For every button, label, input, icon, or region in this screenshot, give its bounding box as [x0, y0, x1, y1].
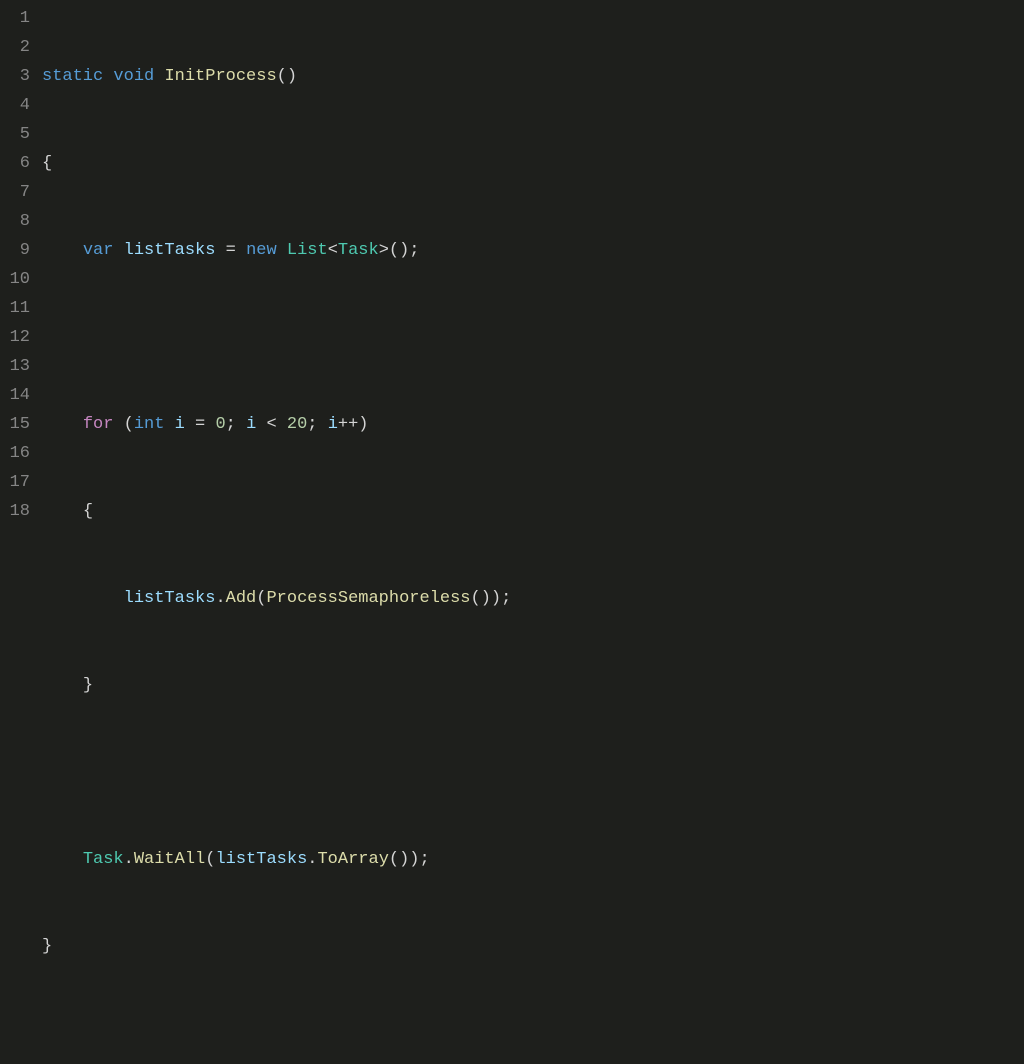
line-number-gutter: 1 2 3 4 5 6 7 8 9 10 11 12 13 14 15 16 1… — [0, 4, 42, 528]
line-number: 4 — [0, 91, 30, 120]
code-line[interactable]: } — [42, 932, 1024, 961]
code-line[interactable]: static void InitProcess() — [42, 62, 1024, 91]
type: Task — [338, 241, 379, 260]
code-line[interactable]: listTasks.Add(ProcessSemaphoreless()); — [42, 584, 1024, 613]
variable: i — [175, 415, 185, 434]
code-line[interactable]: } — [42, 671, 1024, 700]
code-line[interactable]: Task.WaitAll(listTasks.ToArray()); — [42, 845, 1024, 874]
variable: listTasks — [124, 241, 216, 260]
keyword: for — [83, 415, 114, 434]
code-line[interactable]: { — [42, 149, 1024, 178]
punctuation: . — [124, 850, 134, 869]
number: 0 — [215, 415, 225, 434]
code-line[interactable]: var listTasks = new List<Task>(); — [42, 236, 1024, 265]
line-number: 7 — [0, 178, 30, 207]
punctuation: < — [328, 241, 338, 260]
punctuation: >(); — [379, 241, 420, 260]
punctuation: ( — [124, 415, 134, 434]
code-line[interactable]: for (int i = 0; i < 20; i++) — [42, 410, 1024, 439]
line-number: 13 — [0, 352, 30, 381]
punctuation: . — [307, 850, 317, 869]
variable: i — [246, 415, 256, 434]
line-number: 17 — [0, 468, 30, 497]
code-line[interactable] — [42, 758, 1024, 787]
line-number: 15 — [0, 410, 30, 439]
line-number: 9 — [0, 236, 30, 265]
line-number: 2 — [0, 33, 30, 62]
punctuation: } — [42, 937, 52, 956]
code-editor[interactable]: 1 2 3 4 5 6 7 8 9 10 11 12 13 14 15 16 1… — [0, 4, 1024, 528]
operator: < — [266, 415, 276, 434]
line-number: 12 — [0, 323, 30, 352]
method-name: Add — [226, 589, 257, 608]
method-name: InitProcess — [164, 67, 276, 86]
method-name: ToArray — [317, 850, 388, 869]
punctuation: { — [42, 154, 52, 173]
type: List — [287, 241, 328, 260]
punctuation: } — [83, 676, 93, 695]
line-number: 6 — [0, 149, 30, 178]
code-content[interactable]: static void InitProcess() { var listTask… — [42, 4, 1024, 528]
punctuation: () — [277, 67, 297, 86]
keyword: void — [113, 67, 154, 86]
code-line[interactable] — [42, 1019, 1024, 1048]
punctuation: ( — [256, 589, 266, 608]
line-number: 14 — [0, 381, 30, 410]
variable: i — [328, 415, 338, 434]
operator: = — [195, 415, 205, 434]
punctuation: ()); — [471, 589, 512, 608]
punctuation: ()); — [389, 850, 430, 869]
keyword: new — [246, 241, 277, 260]
variable: listTasks — [215, 850, 307, 869]
line-number: 10 — [0, 265, 30, 294]
punctuation: ( — [205, 850, 215, 869]
punctuation: ; — [307, 415, 317, 434]
line-number: 11 — [0, 294, 30, 323]
keyword: int — [134, 415, 165, 434]
operator: = — [226, 241, 236, 260]
code-line[interactable]: { — [42, 497, 1024, 526]
method-name: ProcessSemaphoreless — [266, 589, 470, 608]
line-number: 8 — [0, 207, 30, 236]
punctuation: ; — [226, 415, 236, 434]
variable: listTasks — [124, 589, 216, 608]
punctuation: { — [83, 502, 93, 521]
code-line[interactable] — [42, 323, 1024, 352]
line-number: 3 — [0, 62, 30, 91]
number: 20 — [287, 415, 307, 434]
line-number: 5 — [0, 120, 30, 149]
punctuation: ++) — [338, 415, 369, 434]
line-number: 18 — [0, 497, 30, 526]
line-number: 1 — [0, 4, 30, 33]
method-name: WaitAll — [134, 850, 205, 869]
keyword: var — [83, 241, 114, 260]
type: Task — [83, 850, 124, 869]
punctuation: . — [215, 589, 225, 608]
line-number: 16 — [0, 439, 30, 468]
keyword: static — [42, 67, 103, 86]
